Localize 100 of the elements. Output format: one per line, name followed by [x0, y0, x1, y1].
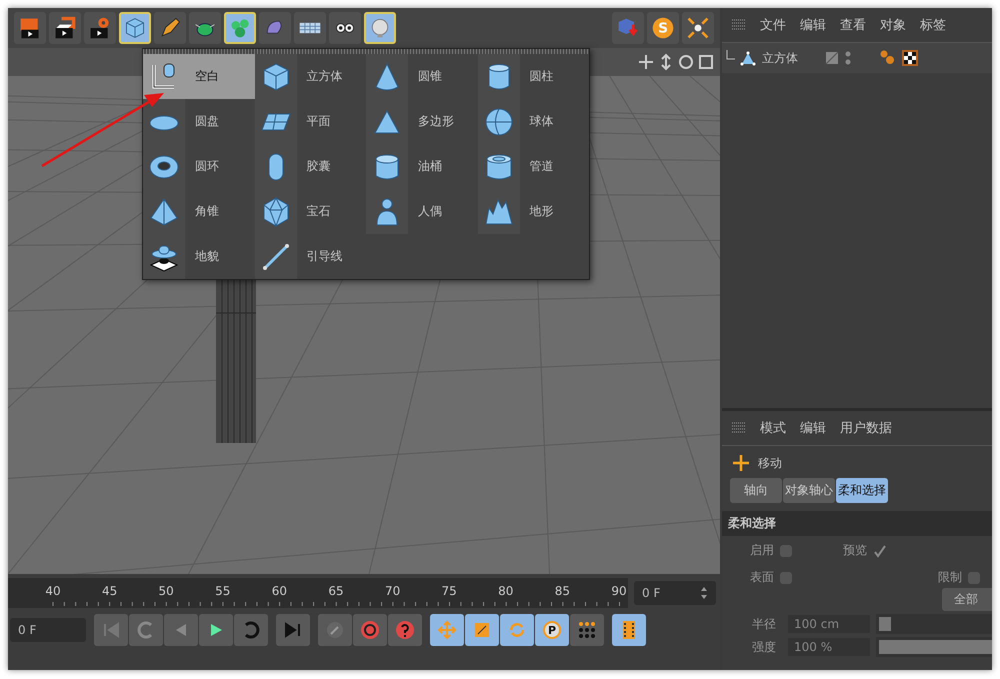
menu-item[interactable]: 宝石 [254, 189, 366, 234]
play-backward-button[interactable] [164, 614, 198, 646]
clapperboard-icon [53, 16, 77, 40]
go-to-end-button[interactable] [276, 614, 310, 646]
toolbar-button[interactable] [49, 12, 81, 44]
menu-item[interactable]: 胶囊 [254, 144, 366, 189]
menu-item[interactable]: 角锥 [143, 189, 254, 234]
dots-icon [577, 620, 597, 640]
navigation-icons[interactable] [638, 53, 714, 71]
menu-item[interactable]: 多边形 [366, 99, 478, 144]
menu-item[interactable]: 圆盘 [143, 99, 254, 144]
previous-key-button[interactable] [129, 614, 163, 646]
option-label: 表面 [750, 569, 774, 586]
checkmark-icon[interactable] [873, 544, 887, 558]
object-row[interactable]: 立方体 [722, 43, 992, 73]
menu-item[interactable]: 人偶 [366, 189, 478, 234]
p-badge-icon: P [542, 620, 562, 640]
tick-label: 45 [102, 584, 118, 598]
start-frame-field[interactable]: 0 F [10, 618, 86, 642]
menu-item[interactable]: 查看 [840, 16, 866, 34]
menu-item[interactable]: 编辑 [800, 16, 826, 34]
menu-item[interactable]: 引导线 [254, 234, 366, 279]
mode-button[interactable] [570, 614, 604, 646]
tick-label: 80 [498, 584, 514, 598]
menu-item[interactable]: 文件 [760, 16, 786, 34]
menu-item[interactable]: 地貌 [143, 234, 254, 279]
popup-handle[interactable] [143, 49, 589, 54]
end-frame-field[interactable]: 0 F [634, 581, 716, 605]
rotate-icon [507, 620, 527, 640]
mode-button[interactable]: P [535, 614, 569, 646]
arrows-icon [686, 16, 710, 40]
menu-item[interactable]: 标签 [920, 16, 946, 34]
tick-label: 50 [158, 584, 174, 598]
tick-label: 75 [442, 584, 457, 598]
move-icon [732, 454, 750, 472]
menu-item[interactable]: 对象 [880, 16, 906, 34]
play-button[interactable] [199, 614, 233, 646]
object-name[interactable]: 立方体 [762, 50, 818, 66]
tick-label: 40 [45, 584, 61, 598]
option-label: 预览 [843, 542, 867, 559]
tick-label: 85 [554, 584, 570, 598]
checkbox[interactable] [968, 572, 980, 584]
menu-item[interactable]: 油桶 [366, 144, 478, 189]
toolbar-button[interactable] [154, 12, 186, 44]
move-icon [437, 620, 457, 640]
timeline-button[interactable] [612, 614, 646, 646]
sphere-icon [482, 106, 514, 138]
tick-label: 55 [215, 584, 230, 598]
grip-icon[interactable] [732, 421, 746, 435]
key-icon [325, 620, 345, 640]
number-field[interactable]: 100 % [788, 638, 870, 656]
field-label: 半径 [752, 616, 777, 632]
toolbar-button[interactable] [329, 12, 361, 44]
number-field[interactable]: 100 cm [788, 615, 870, 633]
menu-item[interactable]: 圆环 [143, 144, 254, 189]
menu-item[interactable]: 立方体 [254, 54, 366, 99]
timeline-ruler[interactable]: 40 45 50 55 60 65 70 75 80 85 90 [8, 578, 628, 608]
checkbox[interactable] [780, 544, 792, 556]
skip-back-icon [101, 620, 121, 640]
menu-item[interactable]: 平面 [254, 99, 366, 144]
menu-item[interactable]: 编辑 [800, 419, 826, 437]
section-header: 柔和选择 [722, 511, 992, 536]
toolbar-button[interactable] [682, 12, 714, 44]
record-icon [360, 620, 380, 640]
menu-item[interactable]: 空白 [143, 54, 254, 99]
option-label: 启用 [750, 542, 774, 559]
dropdown[interactable]: 全部 [942, 588, 992, 611]
grip-icon[interactable] [732, 18, 746, 32]
menu-item[interactable]: 圆锥 [366, 54, 478, 99]
pyramid-icon [148, 196, 180, 228]
tab[interactable]: 柔和选择 [836, 478, 888, 503]
question-icon [395, 620, 415, 640]
next-key-button[interactable] [234, 614, 268, 646]
tick-label: 90 [611, 584, 627, 598]
spinner-icon [700, 586, 708, 600]
key-button[interactable] [318, 614, 352, 646]
material-tags-icon[interactable] [880, 49, 920, 67]
menu-item[interactable]: 圆柱 [478, 54, 589, 99]
autokey-button[interactable] [353, 614, 387, 646]
option-label: 限制 [938, 569, 962, 586]
field-label: 强度 [752, 638, 777, 656]
go-to-start-button[interactable] [94, 614, 128, 646]
tick-label: 60 [272, 584, 288, 598]
tab[interactable]: 轴向 [730, 478, 782, 503]
checkbox[interactable] [780, 572, 792, 584]
tool-name: 移动 [758, 454, 782, 472]
menu-item[interactable]: 模式 [760, 419, 786, 437]
tab[interactable]: 对象轴心 [783, 478, 835, 503]
tick-label: 65 [328, 584, 344, 598]
help-button[interactable] [388, 614, 422, 646]
menu-item[interactable]: 球体 [478, 99, 589, 144]
tick-label: 70 [384, 584, 400, 598]
menu-item[interactable]: 用户数据 [840, 419, 892, 437]
cube-icon [123, 16, 147, 40]
slider[interactable] [876, 614, 992, 634]
menu-item[interactable]: 管道 [478, 144, 589, 189]
polygon-object-icon [726, 50, 756, 66]
menu-item[interactable]: 地形 [478, 189, 589, 234]
scale-icon [472, 620, 492, 640]
skip-forward-icon [283, 620, 303, 640]
